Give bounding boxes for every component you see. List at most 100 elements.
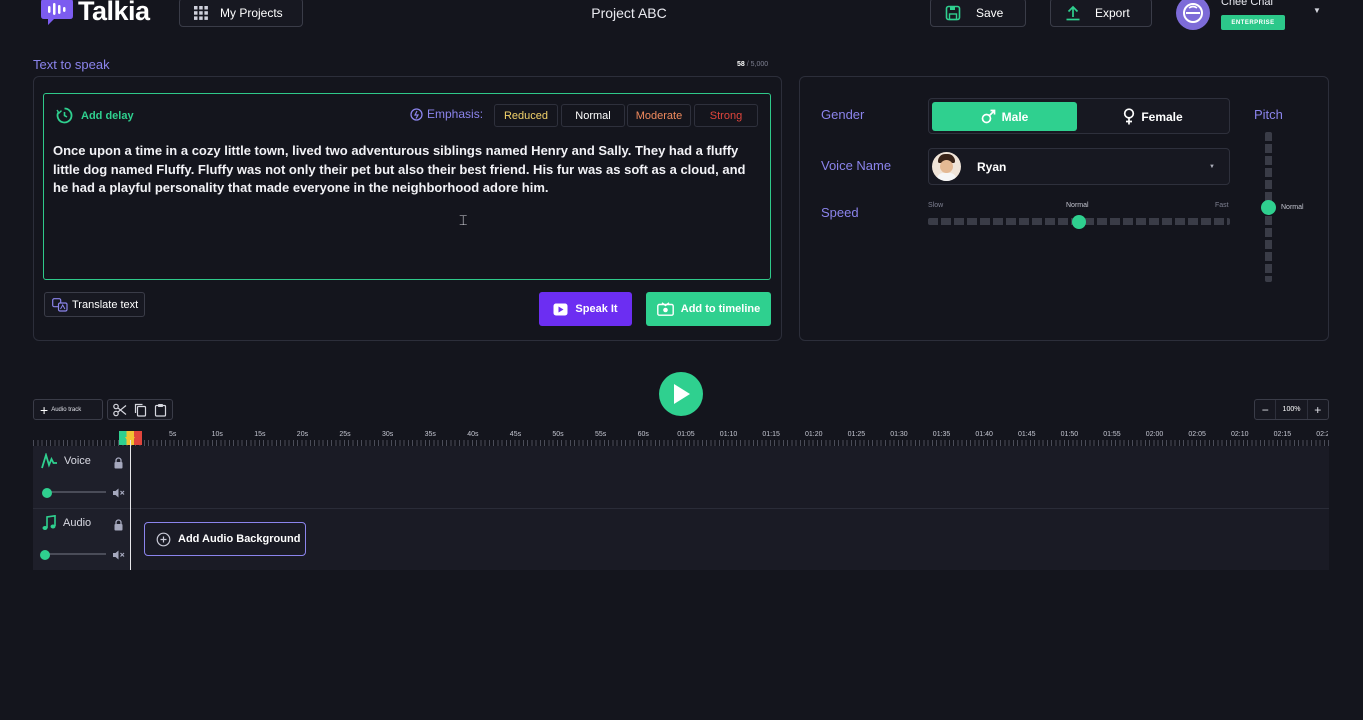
- speed-slow-label: Slow: [928, 202, 944, 209]
- timeline-tick-label: 01:20: [805, 431, 823, 438]
- export-button[interactable]: Export: [1050, 0, 1152, 27]
- female-option[interactable]: Female: [1080, 102, 1226, 131]
- voice-mute-icon[interactable]: [112, 486, 125, 504]
- emphasis-info-icon: [410, 107, 423, 121]
- app-name: Talkia: [78, 0, 150, 26]
- project-title[interactable]: Project ABC: [540, 5, 718, 21]
- audio-volume-thumb[interactable]: [40, 550, 50, 560]
- speed-label: Speed: [821, 205, 859, 220]
- speed-fast-label: Fast: [1215, 202, 1229, 209]
- timeline-tick-label: 01:40: [975, 431, 993, 438]
- timeline-tick-label: 5s: [169, 431, 177, 438]
- timeline-tick-label: 25s: [339, 431, 351, 438]
- emphasis-normal-label: Normal: [575, 109, 611, 122]
- speech-bubble-logo-icon: [41, 0, 73, 25]
- timeline-tick-label: 35s: [424, 431, 436, 438]
- zoom-in-button[interactable]: +: [1308, 403, 1328, 417]
- save-icon: [945, 5, 961, 20]
- voice-volume-track[interactable]: [45, 491, 106, 493]
- voice-track-label: Voice: [64, 455, 91, 467]
- timeline-tick-label: 60s: [637, 431, 649, 438]
- zoom-out-button[interactable]: −: [1255, 403, 1275, 417]
- timeline-tick-label: 01:50: [1060, 431, 1079, 438]
- my-projects-label: My Projects: [220, 5, 283, 20]
- zoom-control: − 100% +: [1254, 399, 1329, 420]
- pitch-label: Pitch: [1254, 107, 1283, 122]
- char-count: 58: [737, 61, 745, 68]
- male-label: Male: [1001, 109, 1029, 124]
- story-text[interactable]: Once upon a time in a cozy little town, …: [53, 142, 753, 198]
- copy-icon[interactable]: [134, 403, 147, 417]
- paste-icon[interactable]: [154, 403, 167, 417]
- save-label: Save: [976, 5, 1004, 20]
- app-logo[interactable]: Talkia: [40, 0, 150, 27]
- add-to-timeline-button[interactable]: Add to timeline: [646, 292, 771, 326]
- emphasis-strong-label: Strong: [709, 109, 743, 122]
- audio-volume-track[interactable]: [43, 553, 106, 555]
- female-label: Female: [1141, 109, 1183, 124]
- audio-mute-icon[interactable]: [112, 548, 125, 566]
- translate-icon: [52, 297, 68, 312]
- timeline-tick-label: 55s: [595, 431, 607, 438]
- add-delay-button[interactable]: Add delay: [56, 107, 134, 124]
- timeline-tick-label: 01:25: [847, 431, 866, 438]
- timeline-tick-label: 02:10: [1231, 431, 1249, 438]
- timeline-tick-label: 01:10: [719, 431, 738, 438]
- timeline-tick-label: 02:05: [1188, 431, 1206, 438]
- add-to-timeline-label: Add to timeline: [680, 303, 761, 315]
- female-symbol-icon: [1124, 108, 1135, 125]
- upload-icon: [1066, 5, 1080, 20]
- add-audio-track-button[interactable]: + Audio track: [33, 399, 103, 420]
- helmet-avatar-icon: [1183, 3, 1203, 23]
- save-button[interactable]: Save: [930, 0, 1026, 27]
- emphasis-label: Emphasis:: [427, 107, 484, 121]
- char-counter: 58 / 5,000: [737, 61, 768, 68]
- emphasis-strong-button[interactable]: Strong: [694, 104, 758, 127]
- translate-text-label: Translate text: [72, 298, 139, 311]
- edit-tools-group: [107, 399, 173, 420]
- grid-icon: [194, 5, 208, 20]
- char-limit: / 5,000: [746, 61, 769, 68]
- add-audio-background-button[interactable]: Add Audio Background: [144, 522, 306, 556]
- speed-slider-thumb[interactable]: [1072, 215, 1086, 229]
- scissors-icon[interactable]: [113, 403, 127, 417]
- emphasis-reduced-button[interactable]: Reduced: [494, 104, 558, 127]
- timeline-tick-label: 40s: [467, 431, 479, 438]
- voice-waveform-icon: [41, 453, 57, 469]
- pitch-slider-thumb[interactable]: [1261, 200, 1276, 215]
- add-circle-icon: [156, 532, 171, 546]
- timeline-tick-label: 20s: [296, 431, 309, 438]
- my-projects-button[interactable]: My Projects: [179, 0, 303, 27]
- play-button[interactable]: [659, 372, 703, 416]
- translate-text-button[interactable]: Translate text: [44, 292, 145, 317]
- text-cursor-icon: ⌶: [459, 213, 468, 229]
- emphasis-normal-button[interactable]: Normal: [561, 104, 625, 127]
- gender-label: Gender: [821, 107, 865, 122]
- plus-icon: +: [40, 401, 49, 418]
- voice-name-select[interactable]: Ryan ▼: [928, 148, 1230, 185]
- export-label: Export: [1095, 5, 1130, 20]
- track-divider: [33, 508, 1329, 509]
- voice-track-header: Voice: [41, 453, 91, 469]
- timeline-tick-label: 15s: [254, 431, 266, 438]
- timeline-tick-label: 02:15: [1273, 431, 1292, 438]
- timeline-tick-label: 01:30: [890, 431, 908, 438]
- play-box-icon: [553, 303, 568, 315]
- male-option[interactable]: Male: [932, 102, 1077, 131]
- emphasis-moderate-button[interactable]: Moderate: [627, 104, 691, 127]
- voice-avatar: [932, 152, 961, 181]
- timeline-tick-label: 01:55: [1103, 431, 1121, 438]
- zoom-level: 100%: [1275, 400, 1308, 419]
- audio-lock-icon[interactable]: [113, 518, 124, 531]
- voice-volume-thumb[interactable]: [42, 488, 52, 498]
- emphasis-reduced-label: Reduced: [503, 109, 549, 122]
- male-symbol-icon: [981, 109, 996, 124]
- voice-lock-icon[interactable]: [113, 456, 124, 469]
- speak-it-button[interactable]: Speak It: [539, 292, 632, 326]
- music-note-icon: [42, 515, 56, 530]
- audio-track-row-label: Audio: [63, 517, 92, 529]
- timeline-tick-label: 02:00: [1145, 431, 1164, 438]
- speak-it-label: Speak It: [575, 303, 618, 315]
- user-menu-chevron-icon[interactable]: ▼: [1313, 6, 1321, 15]
- user-avatar[interactable]: [1176, 0, 1210, 30]
